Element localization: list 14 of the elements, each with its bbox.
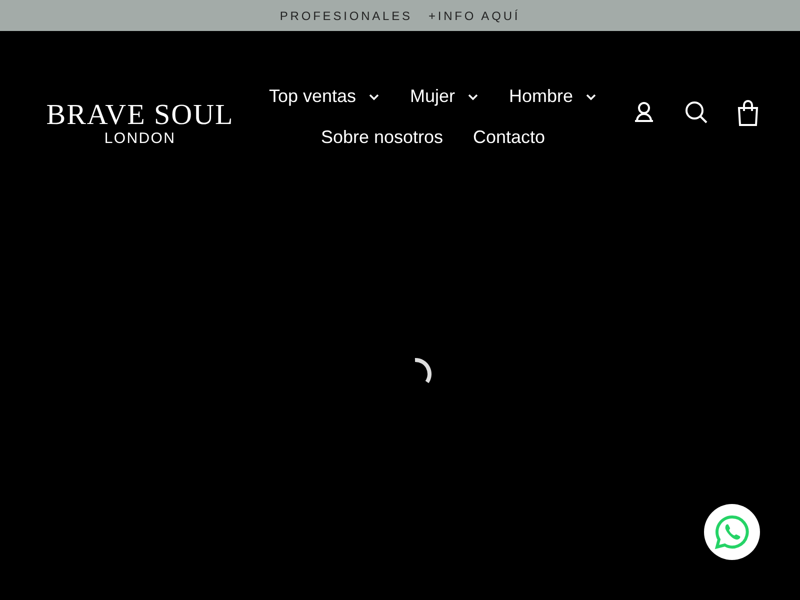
nav-link[interactable]: Hombre <box>509 86 598 107</box>
logo-title: BRAVE SOUL <box>46 100 234 130</box>
account-icon[interactable] <box>632 100 656 124</box>
nav-link[interactable]: Mujer <box>410 86 480 107</box>
nav-link[interactable]: Contacto <box>473 127 546 148</box>
announcement-link[interactable]: +INFO AQUÍ <box>428 8 520 22</box>
search-icon[interactable] <box>684 100 708 124</box>
cart-icon[interactable] <box>736 100 760 126</box>
nav-link[interactable]: Sobre nosotros <box>320 127 444 148</box>
chat-phone-icon <box>714 514 750 550</box>
logo-subtitle: LONDON <box>104 130 176 146</box>
logo[interactable]: BRAVE SOUL LONDON <box>40 100 240 146</box>
announcement-link[interactable]: PROFESIONALES <box>280 8 412 22</box>
nav-link[interactable]: Top ventas <box>268 86 380 107</box>
